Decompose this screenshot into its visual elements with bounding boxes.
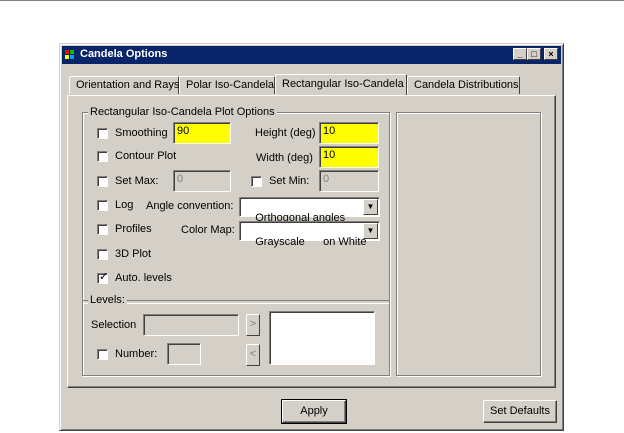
color-map-label: Color Map: (181, 224, 235, 236)
set-min-label: Set Min: (269, 175, 310, 187)
tab-label: Orientation and Rays (76, 79, 180, 91)
maximize-icon: □ (531, 49, 537, 59)
tab-polar-iso-candela[interactable]: Polar Iso-Candela (179, 76, 275, 94)
3d-plot-checkbox[interactable] (97, 249, 108, 260)
close-button[interactable]: × (544, 48, 558, 60)
close-icon: × (548, 49, 554, 59)
selection-input[interactable] (143, 314, 239, 336)
remove-level-button[interactable]: < (246, 344, 260, 366)
chevron-right-icon: > (249, 318, 257, 330)
smoothing-input[interactable]: 90 (173, 122, 231, 144)
contour-plot-label: Contour Plot (115, 150, 177, 162)
plot-preview-panel (396, 112, 541, 376)
selection-label: Selection (91, 319, 137, 331)
app-logo-icon (65, 50, 75, 60)
screen-top-rule (0, 0, 624, 1)
color-map-value: Grayscale on White (255, 236, 367, 248)
color-map-select[interactable]: Grayscale on White ▼ (239, 221, 380, 248)
chevron-down-icon[interactable]: ▼ (363, 199, 378, 215)
chevron-down-icon[interactable]: ▼ (363, 223, 378, 239)
profiles-checkbox[interactable] (97, 224, 108, 235)
tab-rectangular-iso-candela[interactable]: Rectangular Iso-Candela (275, 74, 407, 95)
tab-label: Polar Iso-Candela (186, 79, 275, 91)
log-checkbox[interactable] (97, 200, 108, 211)
set-max-label: Set Max: (115, 175, 159, 187)
smoothing-checkbox[interactable] (97, 128, 108, 139)
auto-levels-label: Auto. levels (115, 272, 172, 284)
set-max-input[interactable]: 0 (173, 170, 231, 192)
apply-button-label: Apply (300, 405, 328, 417)
height-label: Height (deg) (255, 127, 316, 139)
angle-convention-select[interactable]: Orthogonal angles ▼ (239, 197, 380, 224)
height-input[interactable]: 10 (319, 122, 379, 144)
apply-button[interactable]: Apply (281, 399, 347, 424)
levels-divider (83, 300, 389, 304)
width-label: Width (deg) (256, 152, 313, 164)
tab-orientation-and-rays[interactable]: Orientation and Rays (69, 76, 179, 94)
levels-list[interactable] (269, 311, 375, 365)
set-defaults-button-label: Set Defaults (490, 405, 550, 417)
set-min-checkbox[interactable] (251, 176, 262, 187)
minimize-button[interactable]: _ (513, 48, 527, 60)
candela-options-dialog: Candela Options _ □ × Orientation and Ra… (59, 43, 564, 431)
auto-levels-checkbox[interactable]: ✓ (97, 271, 109, 284)
width-input[interactable]: 10 (319, 146, 379, 168)
checkmark-icon: ✓ (99, 271, 109, 283)
profiles-label: Profiles (115, 223, 152, 235)
number-input[interactable] (167, 343, 201, 365)
tab-label: Rectangular Iso-Candela (282, 78, 404, 90)
plot-options-group-label: Rectangular Iso-Candela Plot Options (88, 106, 277, 118)
title-bar[interactable]: Candela Options _ □ × (62, 46, 561, 64)
window-title: Candela Options (80, 48, 168, 60)
minimize-icon: _ (517, 49, 523, 59)
levels-group-label: Levels: (88, 294, 127, 306)
number-label: Number: (115, 348, 158, 360)
number-checkbox[interactable] (97, 349, 108, 360)
chevron-left-icon: < (249, 348, 257, 360)
tab-candela-distributions[interactable]: Candela Distributions (407, 76, 520, 94)
add-level-button[interactable]: > (246, 314, 260, 336)
3d-plot-label: 3D Plot (115, 248, 152, 260)
set-max-checkbox[interactable] (97, 176, 108, 187)
maximize-button[interactable]: □ (527, 48, 541, 60)
smoothing-label: Smoothing (115, 127, 168, 139)
log-label: Log (115, 199, 134, 211)
tab-label: Candela Distributions (414, 79, 519, 91)
contour-plot-checkbox[interactable] (97, 151, 108, 162)
angle-convention-label: Angle convention: (146, 200, 234, 212)
set-defaults-button[interactable]: Set Defaults (483, 400, 557, 423)
set-min-input[interactable]: 0 (319, 170, 379, 192)
